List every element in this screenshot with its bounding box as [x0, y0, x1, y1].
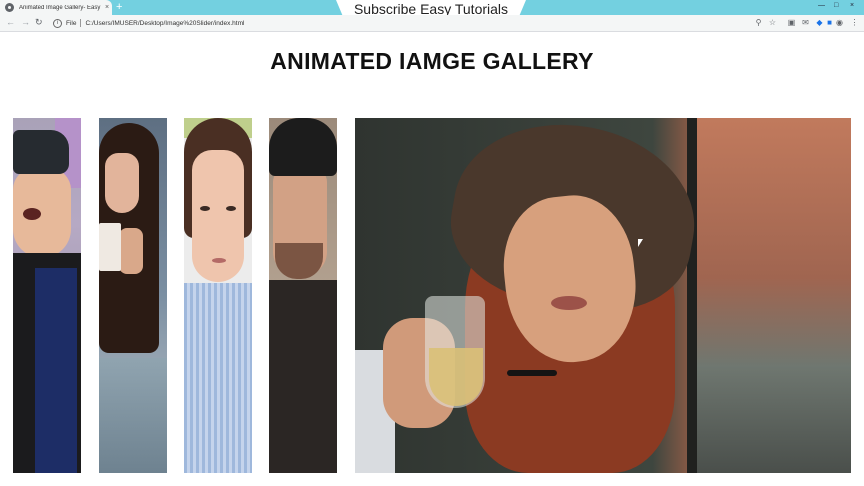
scheme-label: File: [66, 19, 77, 27]
minimize-button[interactable]: —: [818, 0, 825, 15]
camera-icon[interactable]: ▣: [787, 18, 796, 27]
forward-button[interactable]: →: [21, 17, 30, 27]
gallery-panel-man-black-hat[interactable]: [269, 118, 337, 473]
browser-toolbar: ← → ↻ i File C:/Users/IMUSER/Desktop/Ima…: [0, 15, 864, 32]
close-tab-icon[interactable]: ×: [105, 4, 109, 11]
page-title: ANIMATED IAMGE GALLERY: [270, 48, 594, 74]
maximize-button[interactable]: □: [834, 0, 838, 15]
gallery-panel-woman-blue-shirt[interactable]: [184, 118, 252, 473]
extension-icon-2[interactable]: ■: [825, 18, 834, 27]
new-tab-button[interactable]: +: [116, 0, 122, 15]
address-bar[interactable]: i File C:/Users/IMUSER/Desktop/Image%20S…: [53, 17, 753, 29]
globe-icon: [5, 3, 14, 12]
tab-title: Animated Image Gallery- Easy Tu: [19, 4, 103, 11]
gallery-panel-woman-coffee-mug[interactable]: [99, 118, 167, 473]
info-icon[interactable]: i: [53, 18, 62, 28]
profile-icon[interactable]: ◉: [835, 18, 844, 27]
close-window-button[interactable]: ×: [850, 0, 854, 15]
reload-button[interactable]: ↻: [35, 17, 43, 28]
browser-tab[interactable]: Animated Image Gallery- Easy Tu ×: [0, 0, 112, 15]
mail-icon[interactable]: ✉: [801, 18, 810, 27]
menu-icon[interactable]: ⋮: [850, 18, 859, 27]
image-gallery: [13, 118, 851, 473]
extension-icon[interactable]: ◆: [815, 18, 824, 27]
gallery-panel-woman-hat-wine-glass[interactable]: [355, 118, 851, 473]
back-button[interactable]: ←: [6, 17, 15, 27]
zoom-icon[interactable]: ⚲: [754, 18, 763, 27]
address-divider: [80, 19, 82, 27]
tab-strip: Animated Image Gallery- Easy Tu × + Subs…: [0, 0, 864, 18]
url-text[interactable]: C:/Users/IMUSER/Desktop/Image%20Slider/i…: [85, 20, 244, 27]
star-icon[interactable]: ☆: [768, 18, 777, 27]
gallery-panel-man-vr-headset[interactable]: [13, 118, 81, 473]
mouse-cursor-icon: [637, 238, 643, 248]
